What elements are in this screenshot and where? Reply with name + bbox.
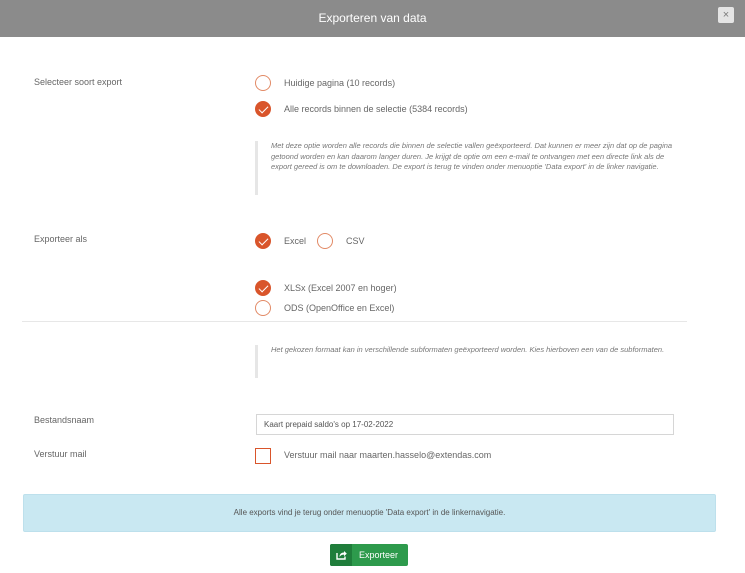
- radio-xlsx[interactable]: [255, 280, 271, 296]
- format-excel-label: Excel: [284, 236, 307, 246]
- export-type-info: Met deze optie worden alle records die b…: [255, 141, 675, 195]
- radio-all-records[interactable]: [255, 101, 271, 117]
- option-current-page[interactable]: Huidige pagina (10 records): [255, 75, 395, 91]
- export-type-label: Selecteer soort export: [34, 77, 123, 87]
- dialog-header: Exporteren van data ×: [0, 0, 745, 37]
- subformat-ods[interactable]: ODS (OpenOffice en Excel): [255, 300, 394, 316]
- radio-excel[interactable]: [255, 233, 271, 249]
- format-csv[interactable]: CSV: [317, 233, 365, 249]
- export-button-label: Exporteer: [359, 550, 399, 560]
- subformat-ods-label: ODS (OpenOffice en Excel): [284, 303, 395, 313]
- divider: [22, 321, 687, 322]
- format-excel[interactable]: Excel: [255, 233, 306, 249]
- filename-input[interactable]: [256, 414, 674, 435]
- option-all-records[interactable]: Alle records binnen de selectie (5384 re…: [255, 101, 468, 117]
- export-as-label: Exporteer als: [34, 234, 88, 244]
- send-mail-checkbox-label: Verstuur mail naar maarten.hasselo@exten…: [284, 450, 492, 460]
- info-banner: Alle exports vind je terug onder menuopt…: [23, 494, 716, 532]
- format-csv-label: CSV: [346, 236, 365, 246]
- option-current-page-label: Huidige pagina (10 records): [284, 78, 396, 88]
- send-mail-label: Verstuur mail: [34, 449, 87, 459]
- dialog-title: Exporteren van data: [318, 11, 427, 25]
- export-button[interactable]: Exporteer: [330, 544, 408, 566]
- export-as-info: Het gekozen formaat kan in verschillende…: [255, 345, 675, 378]
- radio-current-page[interactable]: [255, 75, 271, 91]
- share-icon: [330, 544, 352, 566]
- filename-label: Bestandsnaam: [34, 415, 95, 425]
- subformat-xlsx[interactable]: XLSx (Excel 2007 en hoger): [255, 280, 397, 296]
- option-all-records-label: Alle records binnen de selectie (5384 re…: [284, 104, 468, 114]
- send-mail-checkbox[interactable]: [255, 448, 271, 464]
- radio-csv[interactable]: [317, 233, 333, 249]
- radio-ods[interactable]: [255, 300, 271, 316]
- subformat-xlsx-label: XLSx (Excel 2007 en hoger): [284, 283, 397, 293]
- close-icon[interactable]: ×: [718, 7, 734, 23]
